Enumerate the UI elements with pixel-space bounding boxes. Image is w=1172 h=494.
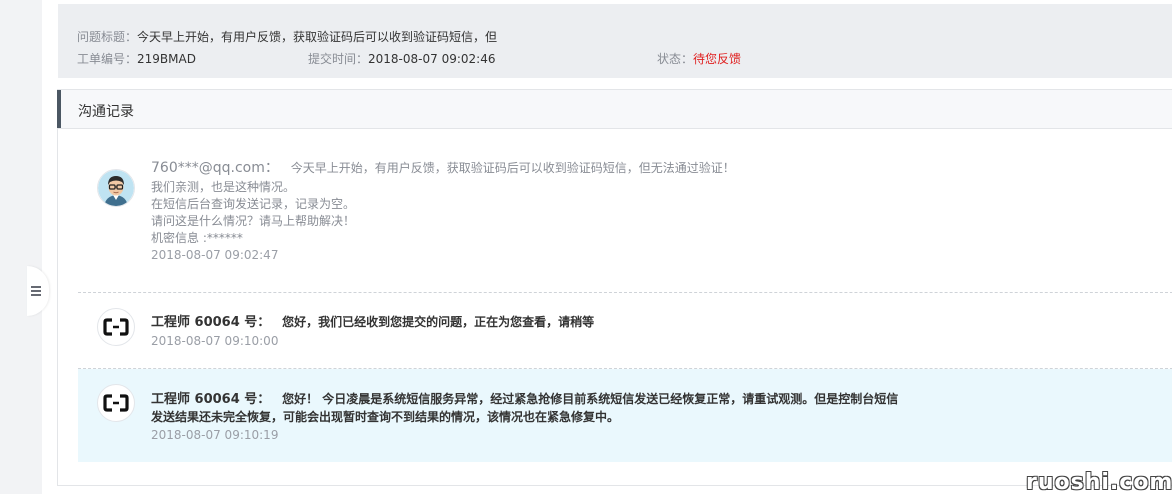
message-text: 请问这是什么情况？请马上帮助解决！ xyxy=(151,214,356,228)
message-header: 工程师 60064 号： 您好，我们已经收到您提交的问题，正在为您查看，请稍等 xyxy=(151,314,594,331)
message-text: 在短信后台查询发送记录，记录为空。 xyxy=(151,197,356,211)
communication-title: 沟通记录 xyxy=(78,104,134,120)
submit-time-value: 2018-08-07 09:02:46 xyxy=(368,52,496,66)
status-row: 状态：待您反馈 xyxy=(657,50,741,67)
ticket-title-label: 问题标题： xyxy=(77,30,138,44)
aliyun-logo-icon xyxy=(97,308,135,346)
ticket-title-row: 问题标题：今天早上开始，有用户反馈，获取验证码后可以收到验证码短信，但 xyxy=(77,28,497,45)
message-text: 您好，我们已经收到您提交的问题，正在为您查看，请稍等 xyxy=(282,315,595,329)
message-text: 您好！ 今日凌晨是系统短信服务异常，经过紧急抢修目前系统短信发送已经恢复正常，请… xyxy=(282,392,899,406)
ticket-info-panel: 问题标题：今天早上开始，有用户反馈，获取验证码后可以收到验证码短信，但 工单编号… xyxy=(58,4,1172,78)
aliyun-logo-icon xyxy=(97,384,135,422)
ticket-id-label: 工单编号： xyxy=(77,52,138,66)
ticket-detail-page: 问题标题：今天早上开始，有用户反馈，获取验证码后可以收到验证码短信，但 工单编号… xyxy=(0,0,1172,494)
user-avatar-icon xyxy=(97,169,135,207)
menu-icon xyxy=(31,284,41,298)
watermark-text: ruoshi.com xyxy=(1026,470,1172,494)
status-label: 状态： xyxy=(657,52,694,66)
sender-name: 760***@qq.com： xyxy=(151,160,279,176)
message-text: 我们亲测，也是这种情况。 xyxy=(151,180,296,194)
communication-header: 沟通记录 xyxy=(57,90,1172,129)
message-text: 发送结果还未完全恢复，可能会出现暂时查询不到结果的情况，该情况也在紧急修复中。 xyxy=(151,410,620,424)
submit-time-row: 提交时间：2018-08-07 09:02:46 xyxy=(308,50,495,67)
message-timestamp: 2018-08-07 09:10:19 xyxy=(151,428,279,442)
message-timestamp: 2018-08-07 09:02:47 xyxy=(151,248,279,262)
message-header: 760***@qq.com： 今天早上开始，有用户反馈，获取验证码后可以收到验证… xyxy=(151,160,735,177)
communication-panel: 沟通记录 760***@qq.com： 今天早上开始，有用户反馈，获取验证码后可… xyxy=(57,89,1172,486)
message-text: 今天早上开始，有用户反馈，获取验证码后可以收到验证码短信，但无法通过验证！ xyxy=(290,161,735,175)
ticket-id-row: 工单编号：219BMAD xyxy=(77,50,196,67)
status-badge: 待您反馈 xyxy=(693,52,742,66)
message-item-engineer: 工程师 60064 号： 您好，我们已经收到您提交的问题，正在为您查看，请稍等 … xyxy=(78,294,1172,369)
message-header: 工程师 60064 号： 您好！ 今日凌晨是系统短信服务异常，经过紧急抢修目前系… xyxy=(151,391,898,408)
message-text: 机密信息 :****** xyxy=(151,231,243,245)
submit-time-label: 提交时间： xyxy=(308,52,369,66)
sidebar-toggle[interactable] xyxy=(27,266,49,316)
left-sidebar-strip xyxy=(0,0,42,494)
message-timestamp: 2018-08-07 09:10:00 xyxy=(151,334,279,348)
header-accent-bar xyxy=(57,90,61,128)
sender-name: 工程师 60064 号： xyxy=(151,315,271,330)
sender-name: 工程师 60064 号： xyxy=(151,392,271,407)
message-item-user: 760***@qq.com： 今天早上开始，有用户反馈，获取验证码后可以收到验证… xyxy=(78,160,1172,293)
message-item-engineer-latest: 工程师 60064 号： 您好！ 今日凌晨是系统短信服务异常，经过紧急抢修目前系… xyxy=(78,369,1172,462)
ticket-title-value: 今天早上开始，有用户反馈，获取验证码后可以收到验证码短信，但 xyxy=(137,30,498,44)
ticket-id-value: 219BMAD xyxy=(137,52,196,66)
